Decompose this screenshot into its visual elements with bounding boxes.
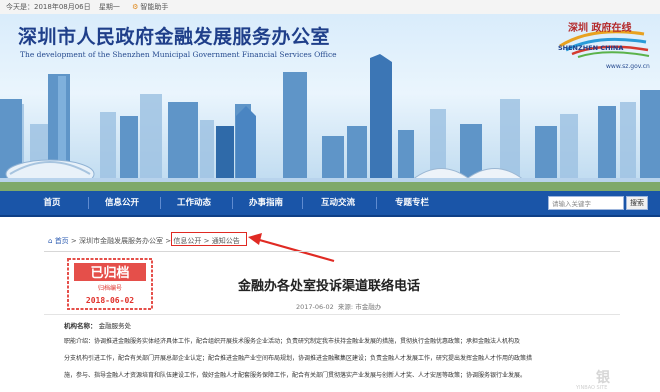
logo-text-en: SHENZHEN CHINA — [558, 44, 624, 52]
annotation-arrow — [248, 233, 335, 263]
site-title[interactable]: 深圳市人民政府金融发展服务办公室 — [18, 22, 330, 49]
org-name-value: 金融服务处 — [98, 322, 132, 330]
assistant-link[interactable]: 智能助手 — [140, 3, 168, 11]
main-nav: 首页 信息公开 工作动态 办事指南 互动交流 专题专栏 请输入关键字 搜索 — [0, 191, 660, 217]
search-input[interactable]: 请输入关键字 — [548, 196, 624, 210]
watermark: 银 — [596, 370, 610, 386]
nav-divider — [88, 197, 89, 209]
svg-text:归档编号: 归档编号 — [98, 284, 122, 292]
nav-divider — [302, 197, 303, 209]
top-info-bar: 今天是：2018年08月06日 星期一 ⚙ 智能助手 — [0, 0, 660, 14]
org-name-row: 机构名称： 金融服务处 — [64, 320, 131, 330]
article-meta: 2017-06-02 来源: 市金融办 — [296, 301, 381, 311]
header-banner: 深圳市人民政府金融发展服务办公室 The development of the … — [0, 14, 660, 191]
nav-home[interactable]: 首页 — [24, 191, 80, 215]
nav-service-guide[interactable]: 办事指南 — [238, 191, 294, 215]
nav-info-disclosure[interactable]: 信息公开 — [94, 191, 150, 215]
breadcrumb-separator: > — [70, 237, 77, 245]
breadcrumb-office[interactable]: 深圳市金融发展服务办公室 — [79, 237, 163, 245]
search-button[interactable]: 搜索 — [626, 196, 648, 210]
article-title: 金融办各处室投诉渠道联络电话 — [238, 279, 421, 294]
org-name-label: 机构名称： — [64, 322, 97, 330]
nav-divider — [160, 197, 161, 209]
nav-work-news[interactable]: 工作动态 — [166, 191, 222, 215]
source-label: 来源: — [337, 303, 354, 311]
home-icon[interactable]: ⌂ — [48, 237, 52, 245]
article-body-line: 分支机构引进工作，配合有关部门开展总部企业认定；配合推进金融产业空间布局规划，协… — [64, 355, 533, 362]
annotation-highlight-box — [171, 232, 247, 246]
site-subtitle: The development of the Shenzhen Municipa… — [20, 50, 337, 59]
article-divider — [44, 314, 620, 315]
logo-text: 深圳 政府在线 — [568, 23, 632, 34]
assistant-icon[interactable]: ⚙ — [132, 3, 138, 11]
svg-text:已归档: 已归档 — [90, 265, 129, 281]
article-source: 市金融办 — [355, 303, 382, 311]
watermark-caption: YINBAO SITE — [576, 385, 608, 391]
article-body-line: 职能介绍：协调推进金融服务实体经济具体工作，配合组织开展技术服务企业活动；负责研… — [64, 338, 521, 345]
svg-text:2018-06-02: 2018-06-02 — [86, 296, 134, 305]
city-skyline-image — [0, 54, 660, 191]
article-date: 2017-06-02 — [296, 303, 334, 311]
nav-special-topics[interactable]: 专题专栏 — [382, 191, 442, 215]
nav-interaction[interactable]: 互动交流 — [308, 191, 368, 215]
breadcrumb-home[interactable]: 首页 — [55, 237, 69, 245]
nav-divider — [376, 197, 377, 209]
weekday: 星期一 — [98, 3, 120, 11]
site-url[interactable]: www.sz.gov.cn — [606, 63, 650, 70]
breadcrumb-divider — [44, 251, 620, 252]
nav-divider — [232, 197, 233, 209]
archived-stamp: 已归档 归档编号 2018-06-02 — [67, 258, 153, 310]
content-area: ⌂ 首页 > 深圳市金融发展服务办公室 > 信息公开 > 通知公告 已归档 归档… — [0, 217, 660, 392]
article-body-line: 施，参与、指导金融人才资源培育和队伍建设工作，做好金融人才配套服务保障工作，配合… — [64, 372, 527, 379]
current-date: 今天是：2018年08月06日 — [6, 3, 91, 11]
